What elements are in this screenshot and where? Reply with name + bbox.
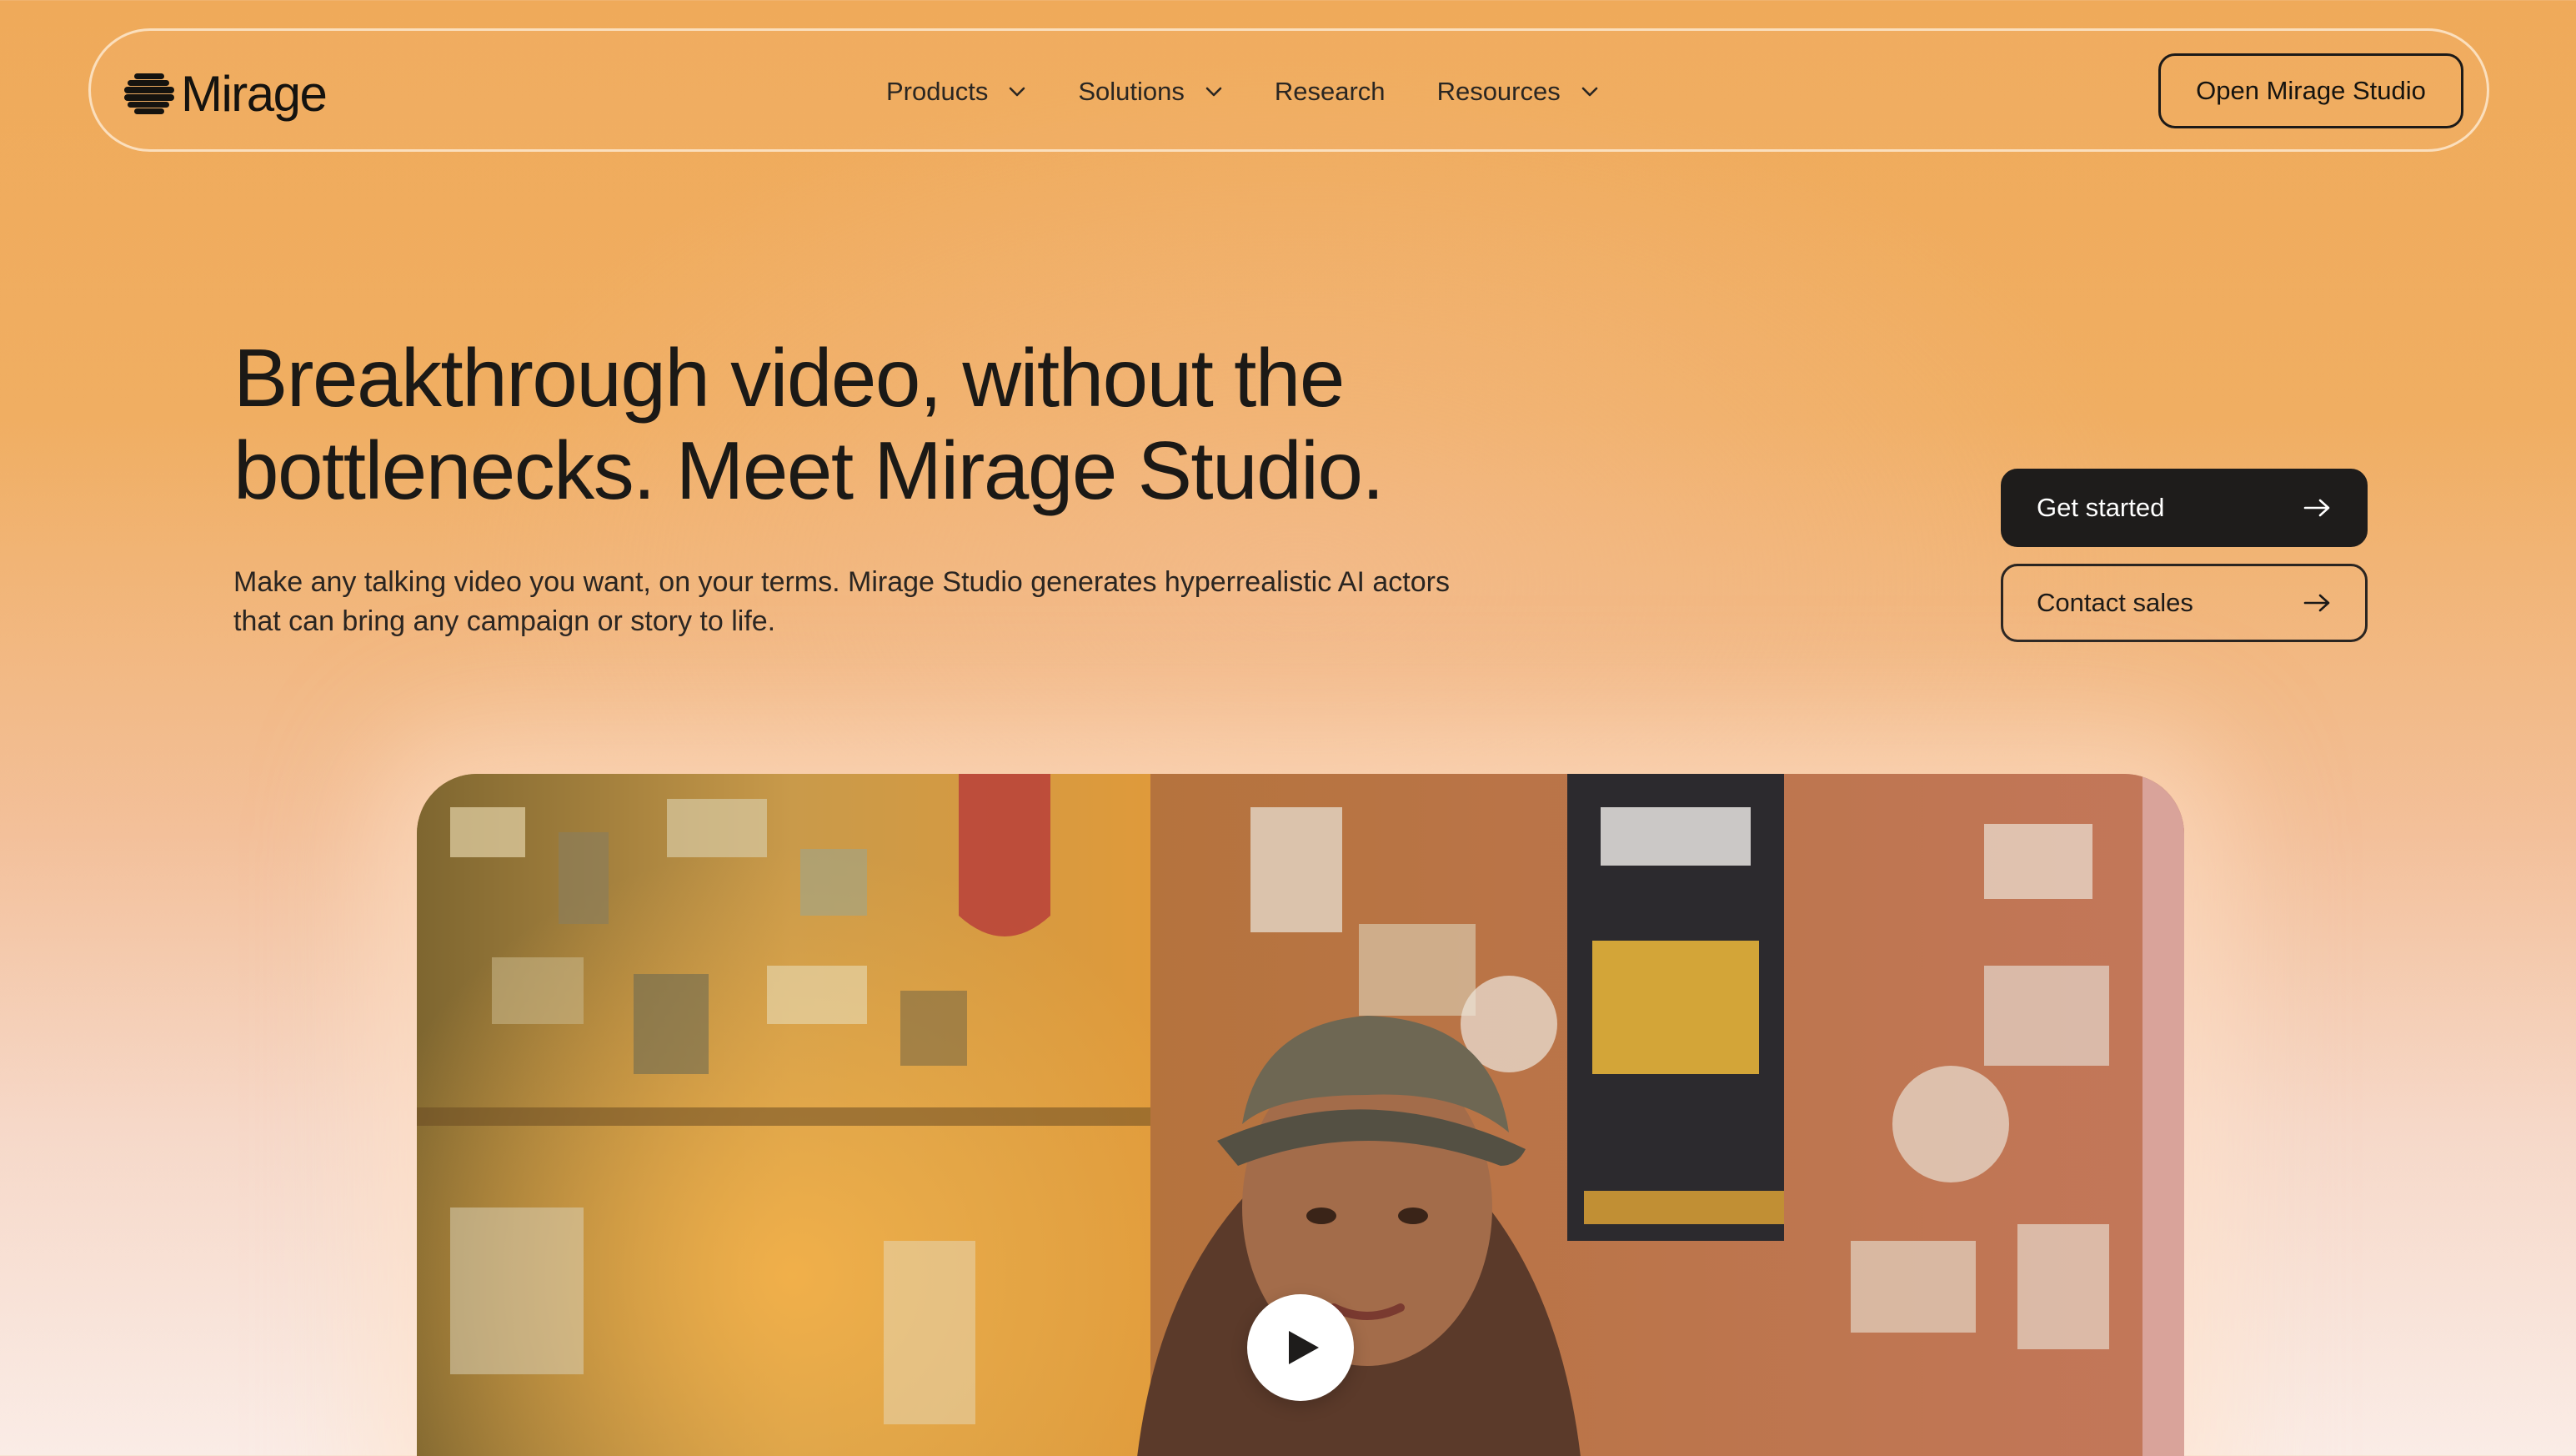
nav-item-products[interactable]: Products: [886, 77, 1026, 107]
hero-title: Breakthrough video, without the bottlene…: [233, 332, 1567, 517]
hero-title-line-2: bottlenecks. Meet Mirage Studio.: [233, 424, 1385, 516]
contact-sales-label: Contact sales: [2037, 588, 2193, 617]
chevron-down-icon: [1581, 87, 1598, 97]
arrow-right-icon: [2303, 594, 2330, 612]
chevron-down-icon: [1205, 87, 1222, 97]
hero-video[interactable]: [417, 774, 2184, 1456]
chevron-down-icon: [1010, 87, 1025, 97]
nav-item-resources[interactable]: Resources: [1437, 77, 1599, 107]
brand-logo[interactable]: Mirage: [123, 64, 328, 123]
play-icon: [1289, 1331, 1319, 1364]
top-navigation: Mirage Products Solutions Research Resou…: [88, 28, 2489, 152]
get-started-button[interactable]: Get started: [2001, 469, 2368, 547]
main-menu: Products Solutions Research Resources: [886, 69, 1599, 114]
brand-name: Mirage: [181, 65, 328, 122]
nav-item-label: Resources: [1436, 77, 1561, 106]
contact-sales-button[interactable]: Contact sales: [2001, 564, 2368, 642]
hero-subtitle-line-2: that can bring any campaign or story to …: [233, 605, 776, 637]
arrow-right-icon: [2303, 499, 2330, 517]
mirage-logo-icon: [124, 73, 174, 114]
play-button[interactable]: [1247, 1294, 1354, 1401]
nav-item-solutions[interactable]: Solutions: [1078, 77, 1223, 107]
nav-item-research[interactable]: Research: [1275, 77, 1386, 107]
nav-item-label: Solutions: [1078, 77, 1185, 106]
open-mirage-studio-button[interactable]: Open Mirage Studio: [2158, 53, 2463, 128]
get-started-label: Get started: [2037, 493, 2165, 522]
hero-title-line-1: Breakthrough video, without the: [233, 332, 1345, 424]
nav-item-label: Products: [886, 77, 989, 106]
hero-subtitle: Make any talking video you want, on your…: [233, 563, 1517, 641]
hero-subtitle-line-1: Make any talking video you want, on your…: [233, 566, 1450, 598]
nav-item-label: Research: [1274, 77, 1386, 106]
